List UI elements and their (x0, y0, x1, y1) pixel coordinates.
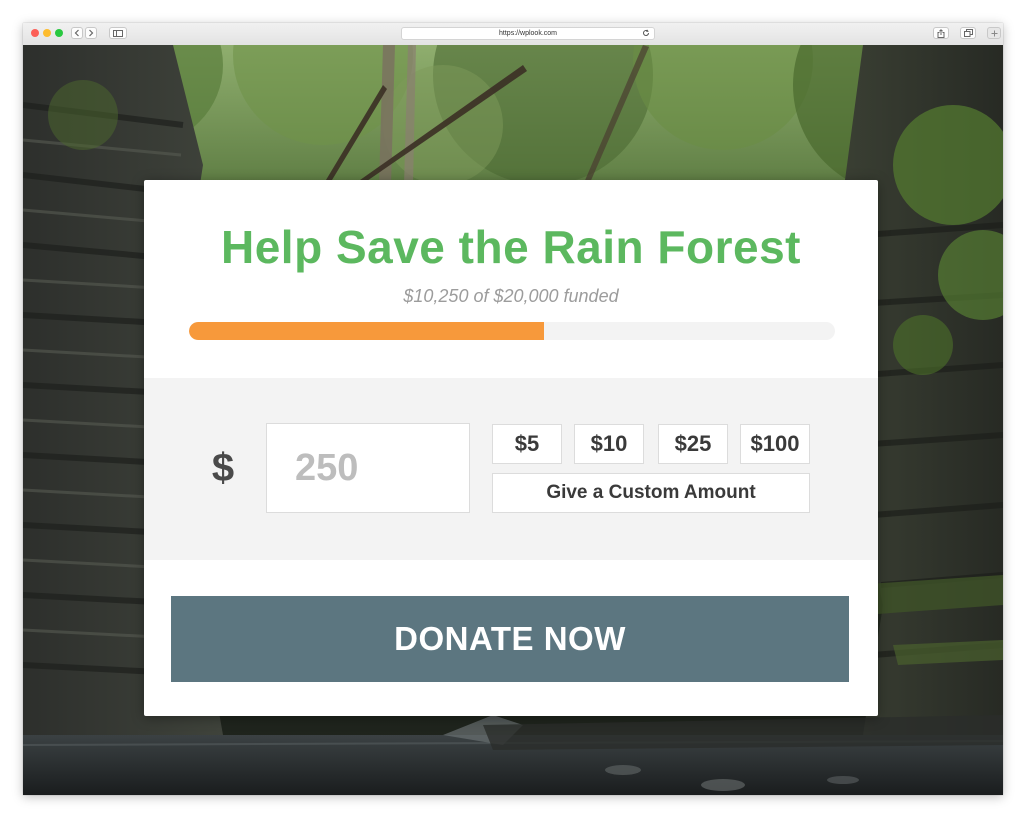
url-text: https://wplook.com (499, 30, 557, 37)
browser-window: https://wplook.com Help Save the Rain Fo… (23, 23, 1003, 795)
close-window-button[interactable] (31, 29, 39, 37)
preset-amount-5-button[interactable]: $5 (492, 424, 562, 464)
forward-button[interactable] (85, 27, 97, 39)
amount-input[interactable] (266, 423, 470, 513)
share-button[interactable] (933, 27, 949, 39)
tabs-icon (963, 29, 973, 37)
plus-icon (991, 30, 997, 36)
chevron-left-icon (74, 29, 79, 37)
funding-progress-bar (189, 322, 835, 340)
campaign-title: Help Save the Rain Forest (221, 221, 801, 273)
share-icon (937, 28, 945, 38)
back-button[interactable] (71, 27, 83, 39)
chevron-right-icon (89, 29, 94, 37)
preset-amount-10-button[interactable]: $10 (574, 424, 644, 464)
amount-panel: $ $5 $10 $25 $100 Give a Custom Amount (144, 378, 878, 560)
custom-amount-button[interactable]: Give a Custom Amount (492, 473, 810, 513)
donate-now-button[interactable]: DONATE NOW (171, 596, 849, 682)
tabs-overview-button[interactable] (960, 27, 976, 39)
reload-icon[interactable] (642, 29, 650, 37)
funding-progress-fill (189, 322, 545, 340)
sidebar-button[interactable] (109, 27, 127, 39)
zoom-window-button[interactable] (55, 29, 63, 37)
funding-status: $10,250 of $20,000 funded (403, 286, 619, 306)
address-bar[interactable]: https://wplook.com (401, 27, 655, 40)
preset-amount-100-button[interactable]: $100 (740, 424, 810, 464)
rainforest-background-image: Help Save the Rain Forest $10,250 of $20… (23, 45, 1003, 795)
new-tab-button[interactable] (987, 27, 1001, 39)
browser-titlebar: https://wplook.com (23, 23, 1003, 46)
currency-symbol: $ (211, 446, 235, 490)
sidebar-icon (113, 29, 123, 37)
donation-card: Help Save the Rain Forest $10,250 of $20… (144, 180, 878, 716)
preset-amount-25-button[interactable]: $25 (658, 424, 728, 464)
minimize-window-button[interactable] (43, 29, 51, 37)
